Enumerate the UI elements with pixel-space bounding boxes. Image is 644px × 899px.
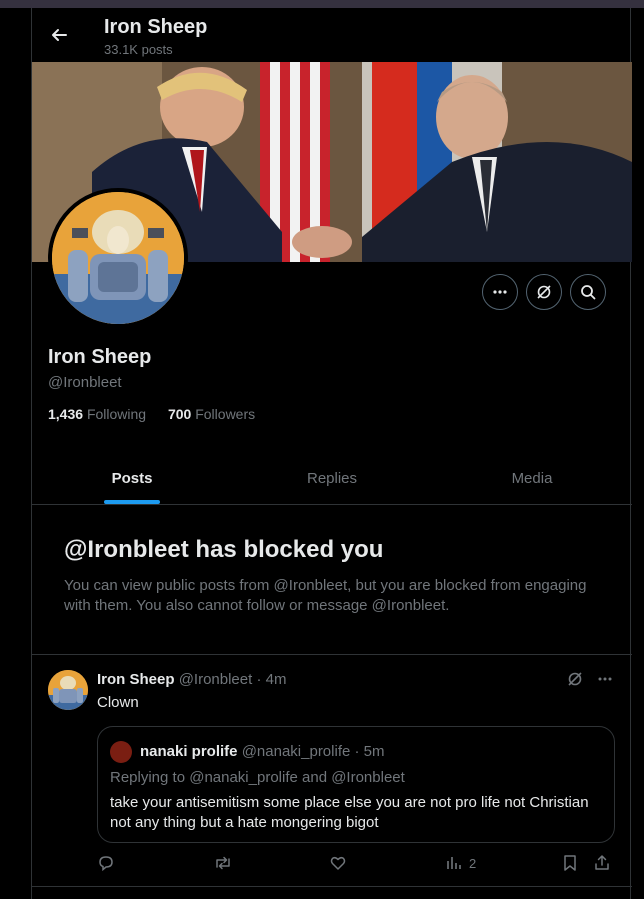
like-icon xyxy=(330,856,346,870)
bookmark-button[interactable] xyxy=(562,854,578,872)
following-link[interactable]: 1,436 Following xyxy=(48,406,146,422)
blocked-title: @Ironbleet has blocked you xyxy=(64,536,384,563)
grok-icon xyxy=(537,285,551,299)
quote-author: nanaki prolife xyxy=(140,743,238,760)
search-button[interactable] xyxy=(570,274,606,310)
following-count: 1,436 xyxy=(48,406,84,422)
tab-replies[interactable]: Replies xyxy=(232,453,432,504)
tab-replies-label: Replies xyxy=(306,470,358,487)
views-count: 2 xyxy=(469,855,477,871)
divider xyxy=(32,886,632,887)
repost-button[interactable] xyxy=(213,854,233,872)
profile-stats: 1,436 Following 700 Followers xyxy=(48,406,255,422)
tab-media-label: Media xyxy=(511,470,553,487)
followers-link[interactable]: 700 Followers xyxy=(168,406,255,422)
followers-count: 700 xyxy=(167,406,192,422)
profile-name: Iron Sheep xyxy=(48,346,152,368)
more-icon xyxy=(493,290,507,294)
following-label: Following xyxy=(86,406,147,422)
grok-icon[interactable] xyxy=(566,670,584,688)
like-button[interactable] xyxy=(329,854,347,872)
search-icon xyxy=(581,285,596,300)
more-button[interactable] xyxy=(482,274,518,310)
grok-button[interactable] xyxy=(526,274,562,310)
profile-handle: @Ironbleet xyxy=(48,374,122,391)
share-button[interactable] xyxy=(593,854,611,872)
blocked-notice: @Ironbleet has blocked you You can view … xyxy=(64,536,604,616)
tweet-header: Iron Sheep @Ironbleet · 4m xyxy=(97,671,286,688)
profile-avatar[interactable] xyxy=(48,188,188,328)
profile-header: Iron Sheep 33.1K posts xyxy=(32,8,632,62)
views-icon xyxy=(447,857,461,869)
tweet-avatar-image xyxy=(48,670,88,710)
reply-icon xyxy=(99,856,113,872)
more-icon[interactable] xyxy=(596,670,614,688)
back-button[interactable] xyxy=(46,22,72,48)
bookmark-icon xyxy=(564,855,576,871)
reply-button[interactable] xyxy=(97,854,115,872)
header-posts-count: 33.1K posts xyxy=(104,42,173,57)
header-title: Iron Sheep xyxy=(104,16,208,38)
window-top-strip xyxy=(0,0,644,8)
back-arrow-icon xyxy=(52,29,67,41)
blocked-text: You can view public posts from @Ironblee… xyxy=(64,577,587,614)
tab-media[interactable]: Media xyxy=(432,453,632,504)
tweet-handle-time[interactable]: @Ironbleet · 4m xyxy=(179,671,287,688)
share-icon xyxy=(595,855,609,870)
followers-label: Followers xyxy=(195,406,256,422)
tweet-avatar[interactable] xyxy=(48,670,88,710)
quote-avatar xyxy=(110,741,132,763)
tweet-top-actions xyxy=(566,670,614,688)
iron-sheep-avatar-image xyxy=(52,192,184,324)
quoted-tweet[interactable]: nanaki prolife @nanaki_prolife · 5m Repl… xyxy=(97,726,615,843)
quote-text: take your antisemitism some place else y… xyxy=(110,794,589,831)
profile-column: Iron Sheep 33.1K posts Iron Sheep @Ironb… xyxy=(31,8,632,899)
quote-header: nanaki prolife @nanaki_prolife · 5m xyxy=(140,743,385,760)
tab-posts-label: Posts xyxy=(111,470,153,487)
repost-icon xyxy=(216,856,230,870)
quote-replying-to: Replying to @nanaki_prolife and @Ironble… xyxy=(110,769,405,786)
tweet-actions: 2 xyxy=(97,854,617,874)
divider xyxy=(32,654,632,655)
tweet-text: Clown xyxy=(97,694,139,711)
profile-tabs: Posts Replies Media xyxy=(32,453,632,505)
tab-posts[interactable]: Posts xyxy=(32,453,232,504)
views-button[interactable]: 2 xyxy=(445,854,476,872)
tweet-author[interactable]: Iron Sheep xyxy=(97,671,175,688)
active-tab-indicator xyxy=(104,500,160,504)
quote-handle-time: @nanaki_prolife · 5m xyxy=(241,743,385,760)
